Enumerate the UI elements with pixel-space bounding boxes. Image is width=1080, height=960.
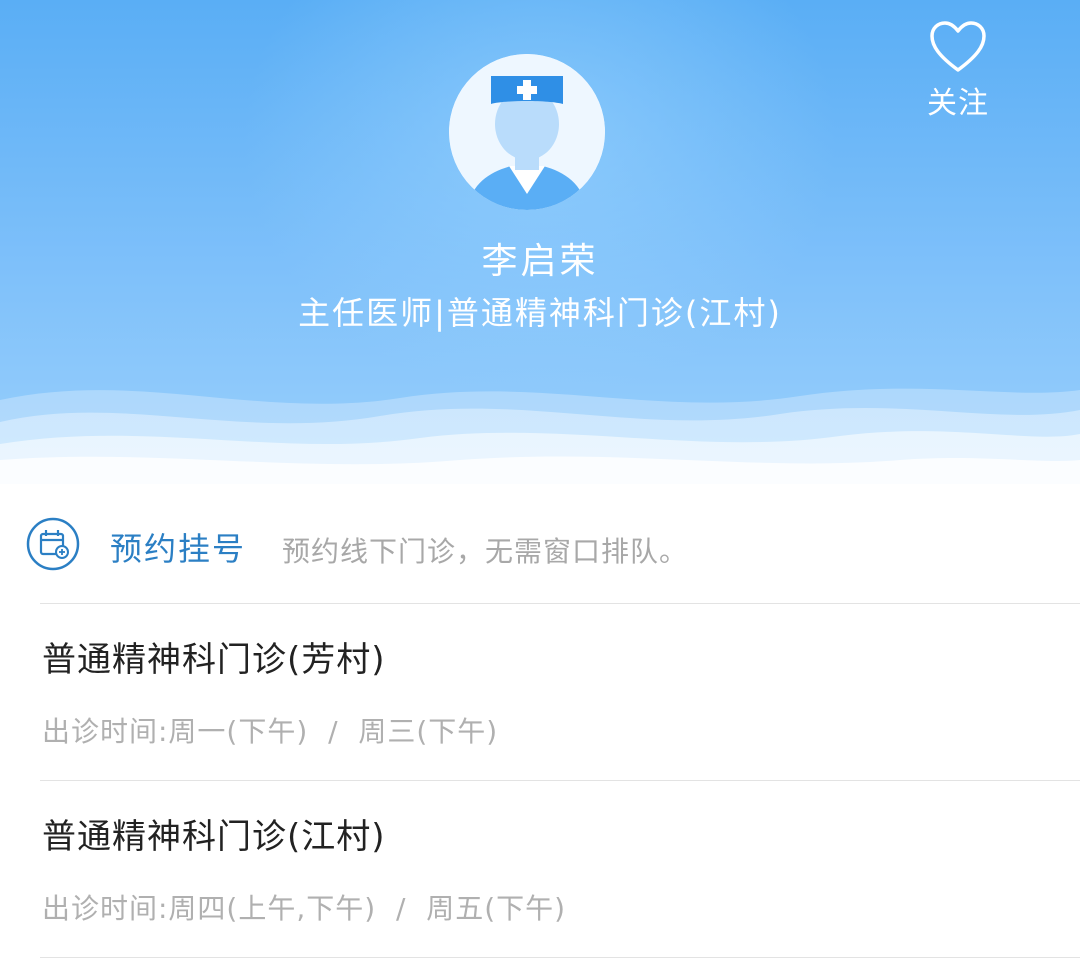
- booking-description: 预约线下门诊，无需窗口排队。: [282, 535, 689, 568]
- booking-title[interactable]: 预约挂号: [110, 524, 246, 570]
- doctor-name: 李启荣: [481, 241, 599, 282]
- clinic-name: 普通精神科门诊(江村): [42, 817, 386, 857]
- heart-outline-icon: [930, 21, 986, 72]
- clinic-schedule: 出诊时间:周一(下午) / 周三(下午): [42, 715, 499, 748]
- doctor-header: 关注 李启荣 主任医师|普通精神科门诊(江村): [0, 0, 1080, 484]
- follow-label: 关注: [927, 86, 989, 121]
- clinic-item-jiangcun[interactable]: 普通精神科门诊(江村) 出诊时间:周四(上午,下午) / 周五(下午): [0, 781, 1080, 957]
- doctor-title: 主任医师|普通精神科门诊(江村): [298, 294, 782, 332]
- booking-row[interactable]: 预约挂号 预约线下门诊，无需窗口排队。: [0, 484, 1080, 604]
- doctor-avatar-icon: [449, 54, 605, 210]
- clinic-name: 普通精神科门诊(芳村): [42, 640, 386, 680]
- doctor-avatar: [449, 54, 605, 210]
- clinic-schedule: 出诊时间:周四(上午,下午) / 周五(下午): [42, 892, 567, 925]
- follow-button[interactable]: 关注: [918, 20, 998, 121]
- clinic-item-fangcun[interactable]: 普通精神科门诊(芳村) 出诊时间:周一(下午) / 周三(下午): [0, 604, 1080, 780]
- wave-decoration: [0, 388, 1080, 484]
- divider: [40, 957, 1080, 958]
- calendar-add-icon: [26, 517, 80, 571]
